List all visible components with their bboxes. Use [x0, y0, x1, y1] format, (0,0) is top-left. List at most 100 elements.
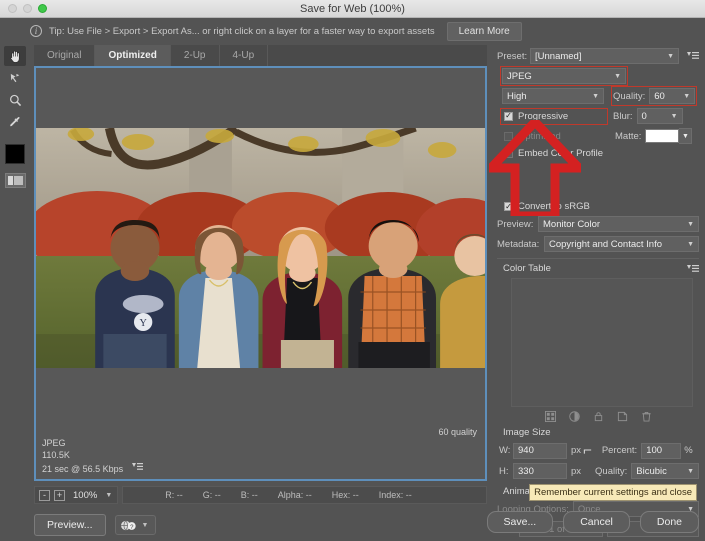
- preview-image: Y: [36, 128, 485, 368]
- optimized-preview-canvas[interactable]: Y 60 quality JPEG 110.5K 21 sec @ 56.5 K…: [34, 66, 487, 481]
- matte-color-swatch[interactable]: [645, 129, 680, 143]
- readout-alpha: Alpha: --: [277, 490, 312, 500]
- percent-unit: %: [684, 445, 693, 456]
- delete-color-icon[interactable]: [641, 411, 652, 422]
- done-button[interactable]: Done: [639, 511, 699, 533]
- color-table-flyout-menu-icon[interactable]: [687, 264, 699, 274]
- readout-hex: Hex: --: [331, 490, 359, 500]
- image-size-title: Image Size: [503, 427, 551, 438]
- optimized-quality-note: 60 quality: [438, 427, 477, 437]
- chevron-down-icon: ▼: [592, 92, 599, 100]
- convert-to-srgb-label: Convert to sRGB: [518, 201, 590, 212]
- slice-select-tool[interactable]: [4, 68, 26, 88]
- foreground-color-swatch[interactable]: [5, 144, 25, 164]
- tab-strip-filler: [268, 45, 487, 66]
- chain-link-icon[interactable]: ⌐: [583, 442, 592, 459]
- percent-value: 100: [646, 445, 663, 456]
- zoom-dropdown-caret-icon[interactable]: ▼: [105, 492, 115, 499]
- preset-flyout-menu-icon[interactable]: [687, 51, 699, 61]
- matte-dropdown[interactable]: ▼: [679, 128, 693, 144]
- cancel-button[interactable]: Cancel: [563, 511, 630, 533]
- readout-index: Index: --: [378, 490, 412, 500]
- embed-color-profile-label: Embed Color Profile: [518, 148, 604, 159]
- quality-label: Quality:: [613, 90, 646, 102]
- resample-quality-label: Quality:: [595, 465, 628, 477]
- done-button-tooltip: Remember current settings and close: [529, 484, 697, 501]
- dialog-action-buttons: Save... Cancel Done: [486, 511, 699, 533]
- metadata-select[interactable]: Copyright and Contact Info ▼: [544, 236, 699, 252]
- tab-4up[interactable]: 4-Up: [219, 45, 269, 66]
- toggle-slices-visibility-button[interactable]: [4, 173, 26, 188]
- chevron-down-icon: ▼: [687, 467, 694, 475]
- zoom-level-value[interactable]: 100%: [67, 490, 105, 501]
- hand-tool[interactable]: [4, 46, 26, 66]
- preview-color-label: Preview:: [497, 218, 534, 230]
- blur-label: Blur:: [613, 110, 633, 122]
- tool-strip: [0, 44, 30, 541]
- file-format-select[interactable]: JPEG ▼: [500, 66, 628, 86]
- tip-text: Tip: Use File > Export > Export As... or…: [49, 25, 435, 37]
- optimized-download-time: 21 sec @ 56.5 Kbps: [42, 463, 124, 474]
- view-tabs: Original Optimized 2-Up 4-Up: [34, 44, 487, 66]
- preview-in-browser-button[interactable]: ? ▼: [114, 515, 157, 535]
- tip-bar: i Tip: Use File > Export > Export As... …: [0, 18, 705, 44]
- convert-to-srgb-checkbox[interactable]: ✓: [504, 202, 513, 211]
- zoom-control: - + 100% ▼: [34, 486, 119, 504]
- preview-button[interactable]: Preview...: [34, 514, 106, 536]
- browser-dropdown-caret-icon[interactable]: ▼: [142, 522, 152, 529]
- color-table-swatches[interactable]: [511, 278, 693, 407]
- tab-2up[interactable]: 2-Up: [170, 45, 220, 66]
- percent-input[interactable]: 100: [641, 442, 682, 459]
- color-table-header: Color Table: [497, 258, 699, 274]
- preview-flyout-menu-icon[interactable]: [131, 462, 143, 475]
- width-label: W:: [499, 445, 511, 456]
- chevron-down-icon: ▼: [670, 112, 678, 120]
- lock-color-icon[interactable]: [593, 411, 604, 422]
- save-button[interactable]: Save...: [486, 511, 554, 533]
- zoom-in-button[interactable]: +: [54, 489, 65, 501]
- readout-g: G: --: [202, 490, 221, 500]
- eyedropper-tool[interactable]: [4, 112, 26, 132]
- compression-quality-row: High ▼ Quality: 60 ▼: [497, 86, 699, 106]
- snap-to-web-palette-icon[interactable]: [544, 411, 556, 422]
- info-icon: i: [30, 25, 42, 37]
- slice-select-icon: [10, 73, 19, 82]
- preset-value: [Unnamed]: [535, 50, 582, 62]
- new-color-icon[interactable]: [617, 411, 628, 422]
- preview-color-value: Monitor Color: [543, 218, 601, 230]
- dialog-body: Original Optimized 2-Up 4-Up Y 60 qualit…: [0, 44, 705, 541]
- preset-select[interactable]: [Unnamed] ▼: [530, 48, 679, 64]
- matte-label: Matte:: [615, 130, 642, 142]
- quality-field[interactable]: 60 ▼: [649, 88, 696, 104]
- learn-more-button[interactable]: Learn More: [446, 21, 522, 41]
- optimized-filesize: 110.5K: [42, 450, 70, 460]
- compression-quality-select[interactable]: High ▼: [502, 88, 604, 104]
- zoom-tool[interactable]: [4, 90, 26, 110]
- height-input[interactable]: 330: [513, 463, 567, 479]
- progressive-label: Progressive: [518, 110, 569, 122]
- embed-profile-row: Embed Color Profile: [497, 148, 699, 159]
- tab-original[interactable]: Original: [34, 45, 96, 66]
- resample-quality-select[interactable]: Bicubic ▼: [631, 463, 699, 479]
- embed-color-profile-checkbox[interactable]: [504, 149, 513, 158]
- preview-column: Original Optimized 2-Up 4-Up Y 60 qualit…: [30, 44, 493, 541]
- tab-optimized[interactable]: Optimized: [95, 45, 171, 66]
- progressive-checkbox[interactable]: ✓: [504, 111, 513, 121]
- group-photo-illustration: Y: [36, 128, 485, 368]
- save-for-web-dialog: Save for Web (100%) i Tip: Use File > Ex…: [0, 0, 705, 541]
- preview-color-select[interactable]: Monitor Color ▼: [538, 216, 699, 232]
- blur-value: 0: [641, 110, 647, 122]
- web-shift-icon[interactable]: [568, 411, 580, 422]
- blur-field[interactable]: 0 ▼: [636, 108, 683, 124]
- quality-value: 60: [654, 90, 665, 102]
- height-value: 330: [518, 465, 534, 477]
- zoom-out-button[interactable]: -: [39, 489, 50, 501]
- percent-label: Percent:: [601, 445, 638, 456]
- chevron-down-icon: ▼: [614, 72, 621, 80]
- chevron-down-icon: ▼: [683, 92, 691, 100]
- chevron-down-icon: ▼: [687, 220, 694, 228]
- width-value: 940: [518, 445, 534, 456]
- preview-actions-row: Preview... ? ▼: [34, 509, 487, 541]
- width-input[interactable]: 940: [513, 442, 567, 459]
- metadata-value: Copyright and Contact Info: [549, 238, 663, 250]
